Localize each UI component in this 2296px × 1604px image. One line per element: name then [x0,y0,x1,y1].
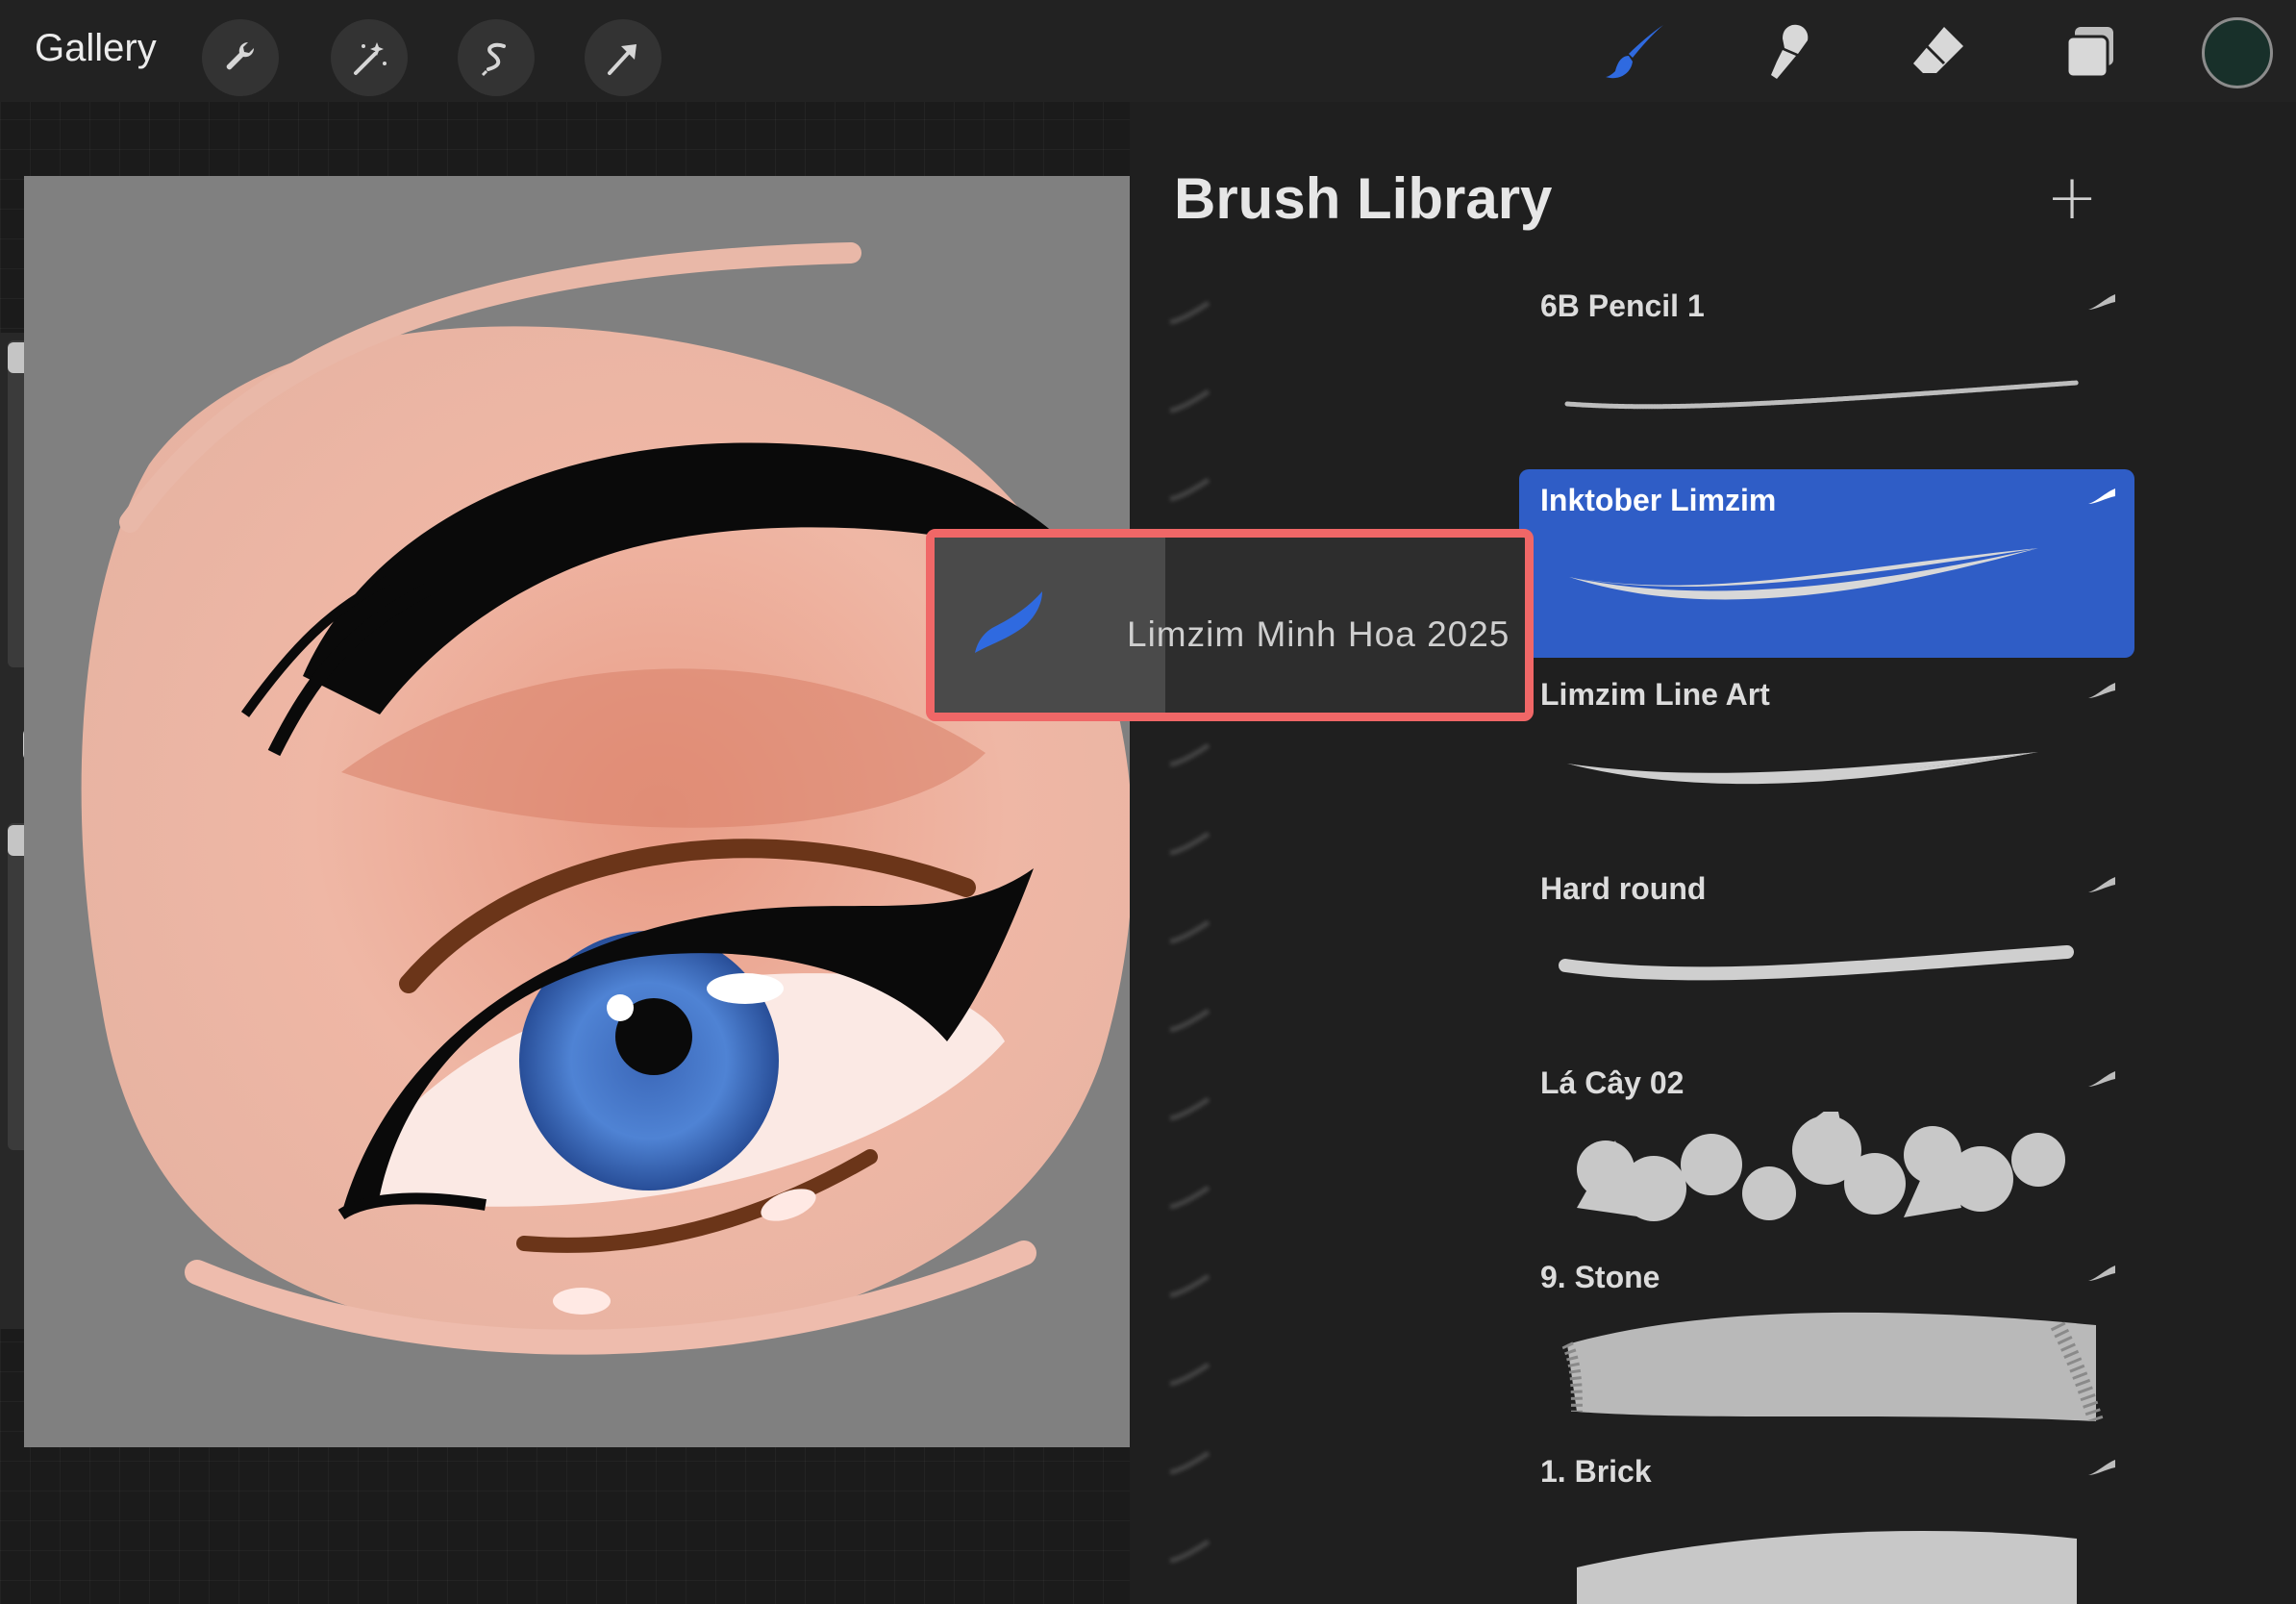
eye-illustration [81,242,1130,1355]
brush-name: Limzim Line Art [1540,677,1770,712]
brush-set-icon [1169,832,1210,856]
layers-icon [2065,27,2113,79]
transform-button[interactable] [585,19,661,96]
brush-set-icon [1169,301,1210,325]
brush-icon [1606,25,1663,79]
brush-set-item[interactable] [1168,1435,1514,1492]
brush-item-6b-pencil[interactable]: 6B Pencil 1 [1519,275,2134,464]
brush-set-item[interactable] [1168,727,1514,785]
smudge-tool-button[interactable] [1748,17,1825,87]
brush-set-icon [975,591,1042,653]
panel-title: Brush Library [1174,166,1553,231]
brush-set-list [1130,265,1519,1604]
brush-source-icon [2088,1266,2115,1281]
brush-item-brick[interactable]: 1. Brick [1519,1441,2134,1604]
brush-source-icon [2088,683,2115,698]
brush-stroke-preview [1577,1530,2077,1604]
brush-set-icon [1169,920,1210,944]
brush-stroke-preview [1559,945,2074,981]
brush-set-item[interactable] [1168,1081,1514,1139]
brush-set-item[interactable] [1168,373,1514,431]
brush-set-item[interactable] [1168,1523,1514,1581]
brush-name: Hard round [1540,871,1707,906]
eraser-tool-button[interactable] [1900,17,1977,87]
drawing-canvas[interactable] [24,176,1130,1447]
brush-set-item[interactable] [1168,904,1514,962]
brush-set-item[interactable] [1168,462,1514,519]
brush-stroke-preview [1567,752,2038,785]
layers-tool-button[interactable] [2052,17,2129,87]
brush-name: 1. Brick [1540,1454,1652,1489]
smudge-icon [1771,24,1809,79]
color-picker-button[interactable] [2202,17,2273,88]
brush-set-icon [1169,1274,1210,1298]
brush-set-icon [1169,1363,1210,1387]
brush-item-la-cay[interactable]: Lá Cây 02 [1519,1052,2134,1241]
brush-source-icon [2088,1460,2115,1475]
brush-set-icon [1169,743,1210,767]
brush-source-icon [2088,489,2115,504]
brush-stroke-preview [1564,380,2080,410]
selection-button[interactable] [458,19,535,96]
brush-item-stone[interactable]: 9. Stone [1519,1246,2134,1435]
actions-button[interactable] [202,19,279,96]
brush-library-panel: Brush Library + 6B Pencil 1 Inktober Lim… [1130,102,2296,1604]
wrench-icon [226,41,255,70]
brush-set-item[interactable] [1168,1346,1514,1404]
magic-wand-icon [354,42,387,75]
selection-icon [481,42,506,77]
eraser-icon [1913,27,1963,73]
brush-name: Inktober Limzim [1540,483,1777,517]
brush-set-item[interactable] [1168,992,1514,1050]
add-brush-button[interactable]: + [2043,167,2101,229]
brush-source-icon [2088,294,2115,310]
transform-arrow-icon [608,44,636,75]
brush-item-inktober-limzim[interactable]: Inktober Limzim [1519,469,2134,658]
brush-name: 9. Stone [1540,1260,1660,1294]
brush-set-icon [1169,1009,1210,1033]
brush-set-name: Limzim Minh Hoa 2025 [1127,614,1510,654]
brush-set-item[interactable] [1168,1258,1514,1316]
brush-item-limzim-line-art[interactable]: Limzim Line Art [1519,664,2134,852]
brush-set-item[interactable] [1168,815,1514,873]
brush-set-item[interactable] [1168,1169,1514,1227]
brush-stroke-preview [1569,548,2038,600]
brush-set-icon [1169,1540,1210,1564]
brush-stroke-preview [1577,1112,2065,1221]
brush-item-hard-round[interactable]: Hard round [1519,858,2134,1046]
brush-set-icon [1169,1451,1210,1475]
brush-set-icon [1169,389,1210,414]
brush-set-icon [1169,478,1210,502]
brush-source-icon [2088,877,2115,892]
top-toolbar: Gallery [0,0,2296,102]
brush-list: 6B Pencil 1 Inktober Limzim Limzim Line … [1519,265,2296,1604]
brush-source-icon [2088,1071,2115,1087]
adjustments-button[interactable] [331,19,408,96]
gallery-button[interactable]: Gallery [35,27,157,70]
dragged-brush-set-tile[interactable]: Limzim Minh Hoa 2025 [926,529,1534,721]
brush-name: 6B Pencil 1 [1540,288,1705,323]
brush-name: Lá Cây 02 [1540,1065,1685,1100]
brush-tool-button[interactable] [1598,17,1675,87]
brush-stroke-preview [1561,1312,2104,1421]
brush-set-item[interactable] [1168,285,1514,342]
brush-set-icon [1169,1186,1210,1210]
brush-set-icon [1169,1097,1210,1121]
